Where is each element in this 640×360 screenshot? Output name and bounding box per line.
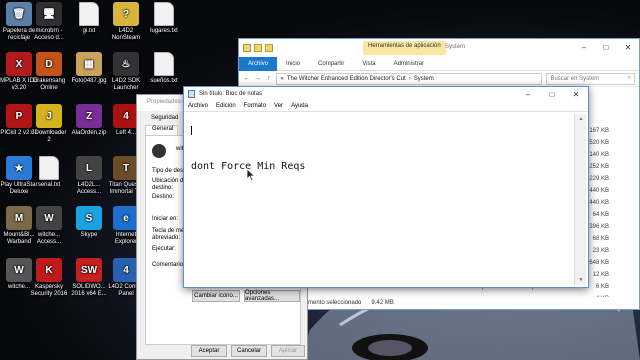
notepad-maximize-button[interactable]: □ <box>540 87 564 101</box>
tool-header: Herramientas de aplicación <box>363 41 446 55</box>
desktop-icon-label: sueños.txt <box>150 78 178 84</box>
label-comment: Comentario: <box>152 262 185 268</box>
text-editor[interactable]: dont Force Min Reqs <box>186 114 575 285</box>
label-run: Ejecutar: <box>152 246 176 252</box>
app-icon <box>79 2 99 26</box>
quick-access-toolbar[interactable] <box>243 44 273 52</box>
status-size: 9.42 MB <box>371 300 394 306</box>
search-icon: ⌕ <box>627 75 631 81</box>
apply-button[interactable]: Aplicar <box>271 345 305 357</box>
mouse-cursor-icon <box>246 168 256 182</box>
change-icon-button[interactable]: Cambiar icono... <box>192 290 240 302</box>
app-icon: L <box>76 156 102 180</box>
app-icon <box>154 52 174 76</box>
breadcrumb-system[interactable]: System <box>414 76 434 82</box>
chevron-left-icon: « <box>280 75 284 82</box>
breadcrumb-game[interactable]: The Witcher Enhanced Edition Director's … <box>287 76 406 82</box>
maximize-button[interactable]: □ <box>595 39 617 55</box>
app-icon: ▦ <box>76 52 102 76</box>
accept-button[interactable]: Aceptar <box>191 345 227 357</box>
desktop-icon[interactable]: lugares.txt <box>139 2 189 35</box>
menu-edicion[interactable]: Edición <box>216 103 236 109</box>
label-target-location: Ubicación de destino: <box>152 178 187 191</box>
label-start-in: Iniciar en: <box>152 216 179 222</box>
app-icon: J <box>36 104 62 128</box>
tab-vista[interactable]: Vista <box>353 57 384 71</box>
tab-general[interactable]: General <box>145 125 179 135</box>
menu-formato[interactable]: Formato <box>244 103 266 109</box>
advanced-button[interactable]: Opciones avanzadas... <box>244 290 300 302</box>
app-icon: ? <box>113 2 139 26</box>
app-icon: SW <box>76 258 102 282</box>
notepad-minimize-button[interactable]: – <box>516 87 540 101</box>
label-target: Destino: <box>152 194 175 200</box>
desktop-icon-label: lugares.txt <box>150 28 178 34</box>
tab-inicio[interactable]: Inicio <box>277 57 309 71</box>
app-icon: D <box>36 52 62 76</box>
notepad-window: Sin título: Bloc de notas – □ ✕ Archivo … <box>183 86 589 288</box>
notepad-icon <box>188 90 195 98</box>
chevron-right-icon: › <box>408 75 411 82</box>
back-arrow-icon[interactable]: ← <box>243 75 250 82</box>
menu-archivo[interactable]: Archivo <box>188 103 208 109</box>
menu-ayuda[interactable]: Ayuda <box>291 103 308 109</box>
up-arrow-icon[interactable]: ↑ <box>265 75 272 82</box>
app-icon <box>154 2 174 26</box>
address-row: ← → ↑ « The Witcher Enhanced Edition Dir… <box>239 71 639 87</box>
tab-compartir[interactable]: Compartir <box>309 57 353 71</box>
tab-archivo[interactable]: Archivo <box>239 56 278 71</box>
notepad-title: Sin título: Bloc de notas <box>199 91 263 97</box>
app-icon: Z <box>76 104 102 128</box>
app-icon: ♨ <box>113 52 139 76</box>
menu-ver[interactable]: Ver <box>274 103 283 109</box>
notepad-close-button[interactable]: ✕ <box>564 87 588 101</box>
witcher-app-icon <box>152 144 166 158</box>
app-icon: 🖥 <box>36 2 62 26</box>
desktop-icon[interactable]: sueños.txt <box>139 52 189 85</box>
properties-icon[interactable] <box>254 44 262 52</box>
app-icon: W <box>36 206 62 230</box>
new-folder-icon[interactable] <box>265 44 273 52</box>
notepad-menubar: Archivo Edición Formato Ver Ayuda <box>184 101 588 112</box>
app-icon <box>39 156 59 180</box>
app-icon: S <box>76 206 102 230</box>
ribbon-tabs: Archivo Inicio Compartir Vista Administr… <box>239 56 639 71</box>
tab-seguridad[interactable]: Seguridad <box>145 115 178 125</box>
text-caret <box>191 126 192 135</box>
minimize-button[interactable]: – <box>573 39 595 55</box>
vertical-scrollbar[interactable]: ▲ ▼ <box>574 114 586 285</box>
tab-administrar[interactable]: Administrar <box>385 57 433 71</box>
search-input[interactable]: Buscar en System ⌕ <box>546 72 635 85</box>
scroll-down-icon[interactable]: ▼ <box>575 275 587 285</box>
scroll-up-icon[interactable]: ▲ <box>575 114 587 124</box>
search-placeholder: Buscar en System <box>550 75 600 82</box>
explorer-titlebar: Herramientas de aplicación System – □ ✕ <box>239 39 639 57</box>
explorer-title: System <box>445 44 466 50</box>
cancel-button[interactable]: Cancelar <box>231 345 267 357</box>
close-button[interactable]: ✕ <box>617 39 639 55</box>
forward-arrow-icon[interactable]: → <box>254 75 261 82</box>
folder-icon[interactable] <box>243 44 251 52</box>
address-bar[interactable]: « The Witcher Enhanced Edition Director'… <box>276 72 543 85</box>
app-icon: K <box>36 258 62 282</box>
